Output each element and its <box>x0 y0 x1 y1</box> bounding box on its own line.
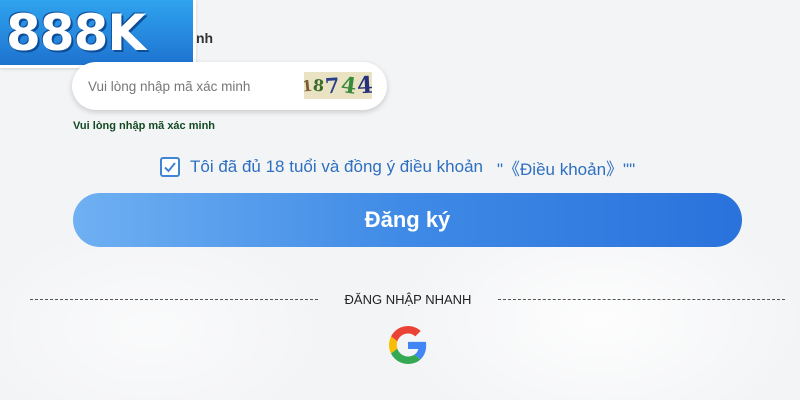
brand-logo[interactable]: 888K <box>0 0 196 68</box>
captcha-image[interactable]: 1 8 7 4 4 <box>304 72 372 99</box>
divider-right <box>498 299 785 300</box>
google-icon <box>389 326 427 364</box>
checkmark-icon <box>164 162 176 173</box>
terms-link[interactable]: "《Điều khoản》"" <box>497 155 635 180</box>
quick-login-label: ĐĂNG NHẬP NHANH <box>344 292 472 307</box>
register-button[interactable]: Đăng ký <box>73 193 742 247</box>
divider-left <box>30 299 318 300</box>
agree-checkbox[interactable] <box>160 157 180 177</box>
captcha-hint: Vui lòng nhập mã xác minh <box>73 120 216 132</box>
logo-text: 888K <box>6 3 146 62</box>
agree-text: Tôi đã đủ 18 tuổi và đồng ý điều khoản <box>190 157 483 176</box>
captcha-field[interactable]: 1 8 7 4 4 <box>72 62 387 110</box>
captcha-input[interactable] <box>88 62 288 110</box>
agree-row: Tôi đã đủ 18 tuổi và đồng ý điều khoản "… <box>160 154 635 180</box>
google-login-button[interactable] <box>387 324 429 366</box>
captcha-char: 4 <box>356 72 372 99</box>
field-label: nh <box>196 30 214 46</box>
